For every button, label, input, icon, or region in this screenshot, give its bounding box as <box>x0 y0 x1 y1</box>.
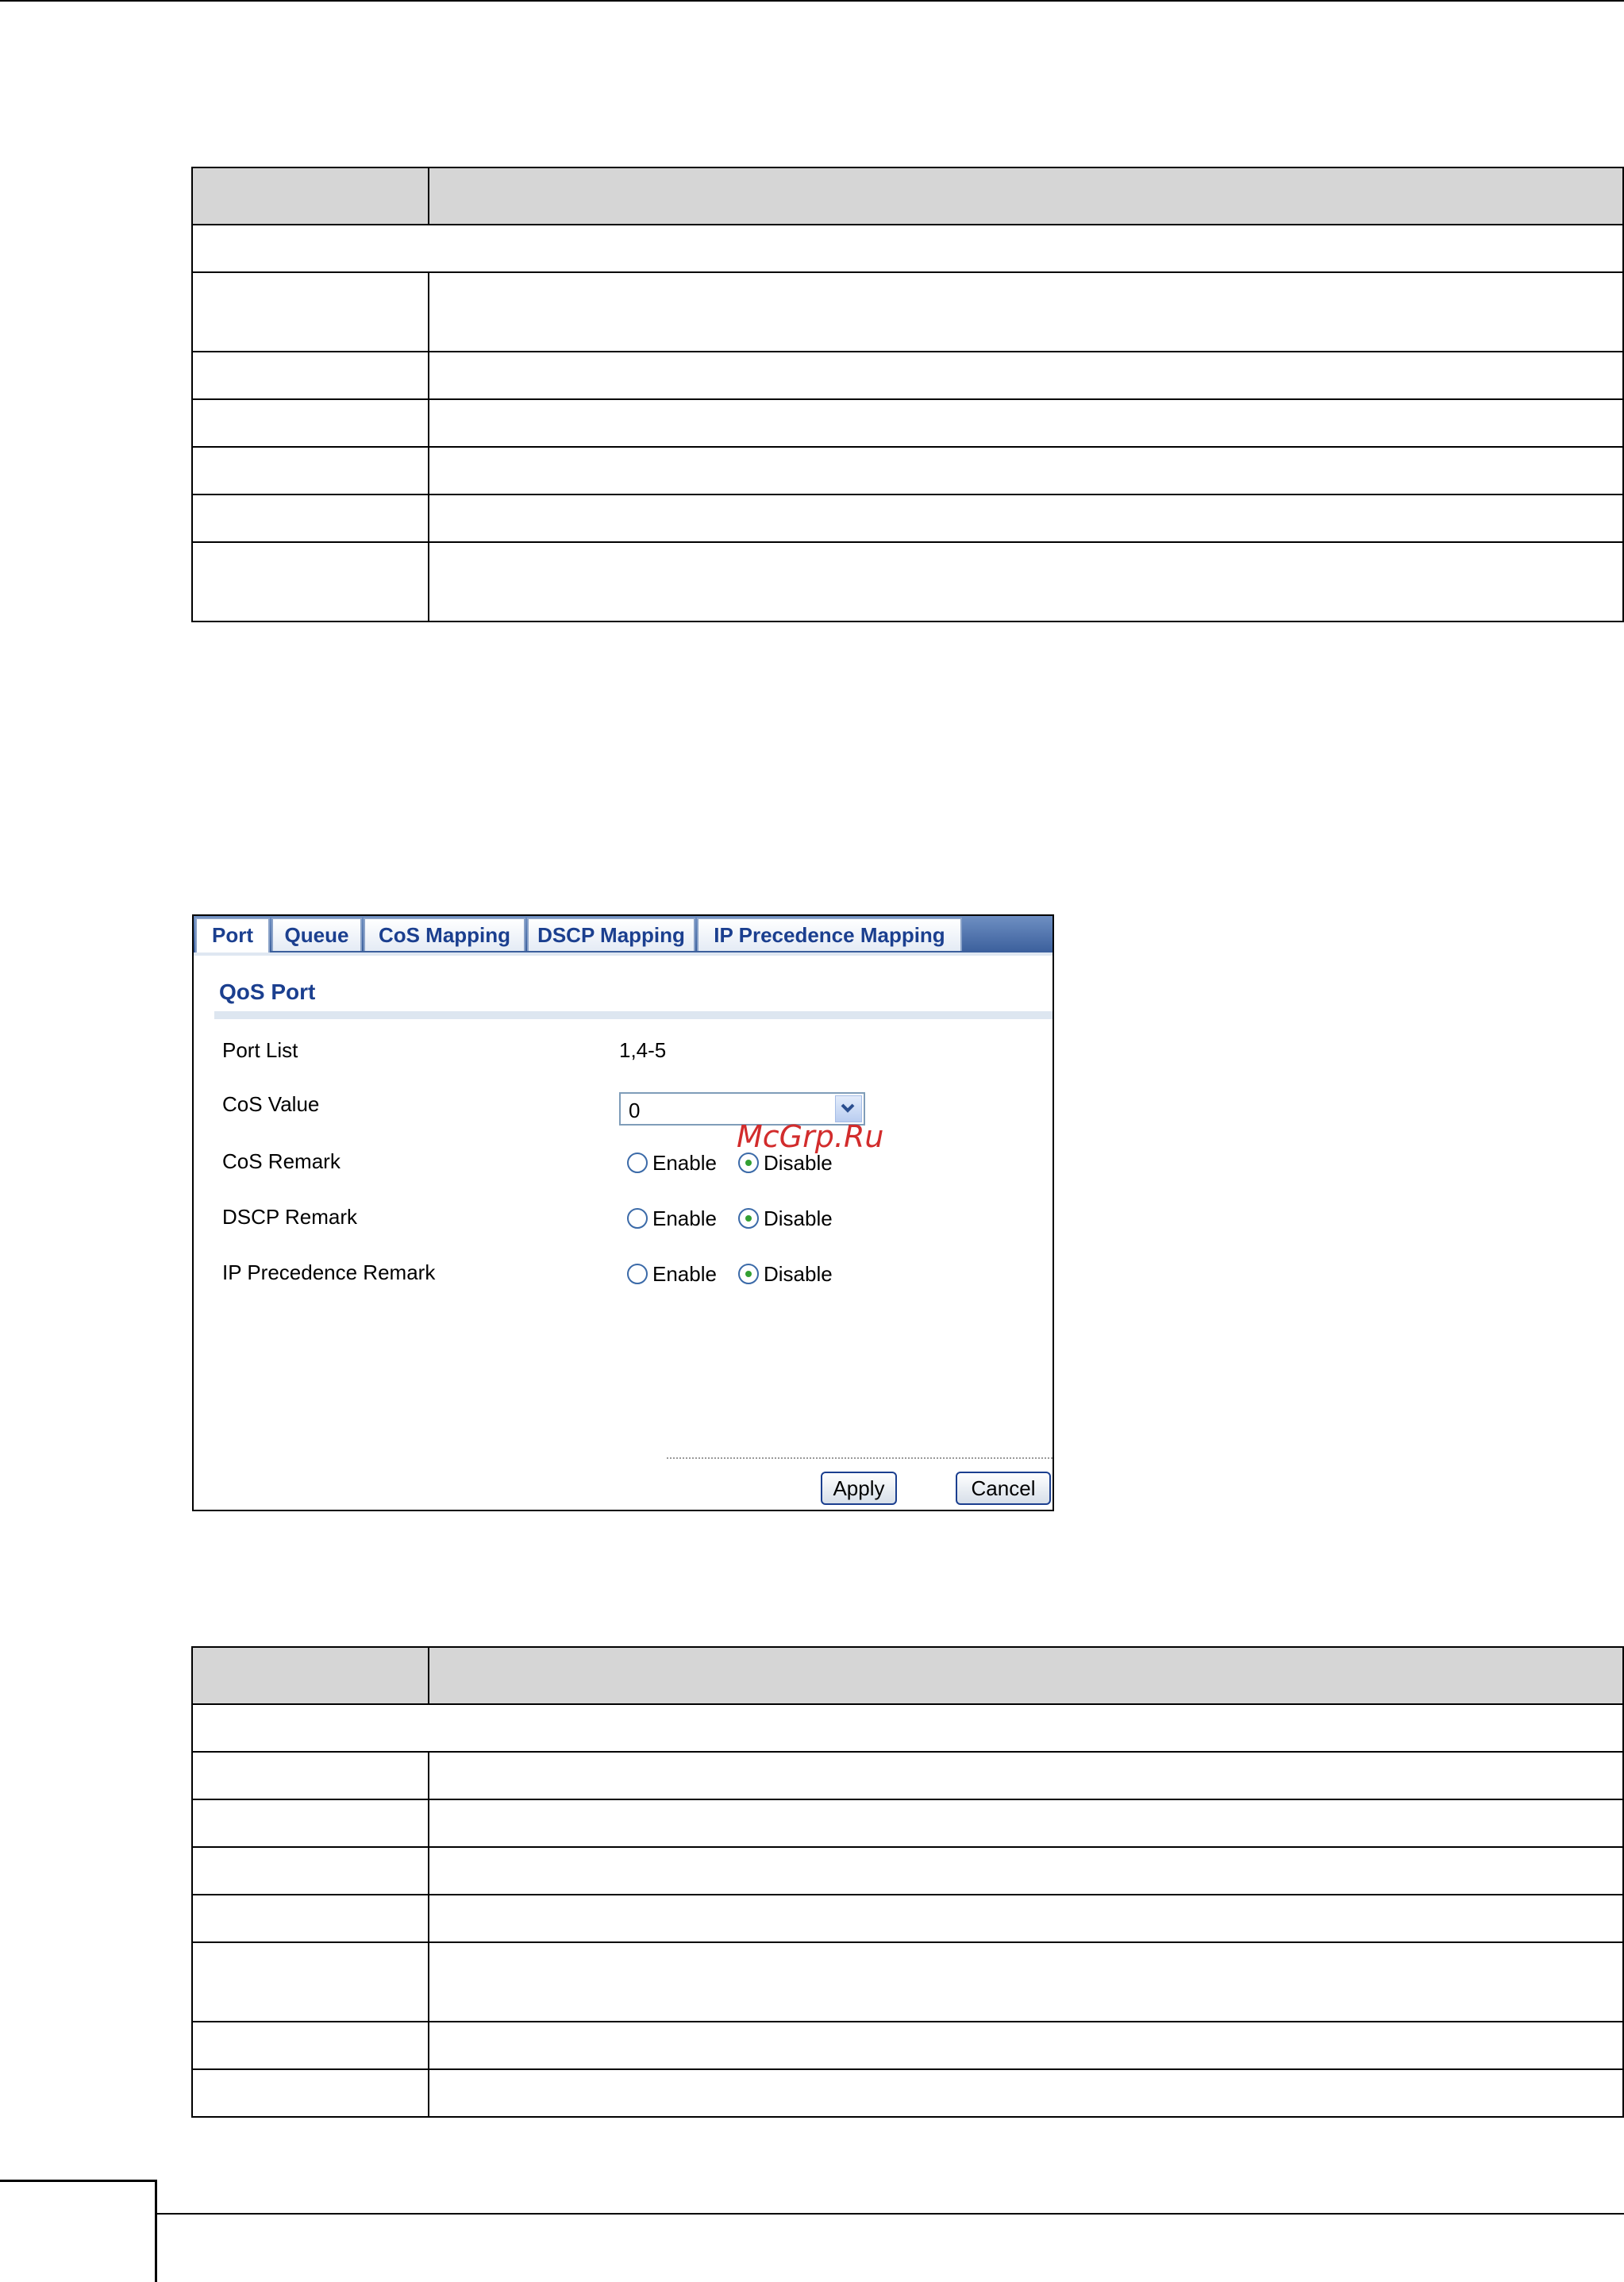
radio-selected-dot <box>745 1271 752 1277</box>
table-row-description <box>428 2021 1624 2070</box>
table-row-label <box>191 271 429 352</box>
radio-selected-dot <box>745 1160 752 1166</box>
table-row-description <box>428 494 1624 543</box>
description-table-2 <box>191 1646 1624 2118</box>
page-number-box <box>0 2180 157 2282</box>
table-row-label <box>191 446 429 495</box>
table-header-description <box>428 167 1624 225</box>
top-rule <box>0 0 1624 2</box>
tab-cos-mapping[interactable]: CoS Mapping <box>364 918 525 951</box>
table-row-description <box>428 1799 1624 1848</box>
tab-port[interactable]: Port <box>195 918 270 956</box>
cos-remark-disable-label: Disable <box>764 1151 833 1175</box>
table-row-label <box>191 1751 429 1800</box>
dscp-remark-enable-label: Enable <box>652 1206 717 1230</box>
table-row-description <box>428 271 1624 352</box>
table-row-description <box>428 446 1624 495</box>
ip-precedence-remark-label: IP Precedence Remark <box>222 1260 436 1284</box>
table-row-label <box>191 494 429 543</box>
ip-precedence-remark-disable-label: Disable <box>764 1262 833 1286</box>
chevron-down-icon[interactable] <box>835 1095 862 1122</box>
table-row-label <box>191 1846 429 1895</box>
table-row-description <box>428 1846 1624 1895</box>
button-divider <box>667 1457 1053 1459</box>
cos-value-label: CoS Value <box>222 1092 320 1116</box>
qos-port-panel: Port Queue CoS Mapping DSCP Mapping IP P… <box>192 914 1054 1511</box>
table-row-description <box>428 1894 1624 1943</box>
dscp-remark-enable-radio[interactable] <box>627 1208 648 1229</box>
tab-dscp-mapping[interactable]: DSCP Mapping <box>527 918 695 951</box>
table-row-description <box>428 398 1624 448</box>
table-row-description <box>428 1751 1624 1800</box>
table-header-label <box>191 167 429 225</box>
table-row-label <box>191 2068 429 2118</box>
table-section-row <box>191 224 1624 273</box>
watermark: McGrp.Ru <box>737 1119 884 1154</box>
dscp-remark-disable-radio[interactable] <box>738 1208 759 1229</box>
tab-queue[interactable]: Queue <box>271 918 362 951</box>
table-section-row <box>191 1703 1624 1753</box>
footer-rule <box>156 2213 1624 2215</box>
apply-button[interactable]: Apply <box>821 1472 897 1505</box>
ip-precedence-remark-enable-radio[interactable] <box>627 1264 648 1284</box>
table-row-label <box>191 1894 429 1943</box>
cos-remark-enable-radio[interactable] <box>627 1153 648 1173</box>
cos-remark-disable-radio[interactable] <box>738 1153 759 1173</box>
ip-precedence-remark-enable-label: Enable <box>652 1262 717 1286</box>
tab-bar-base <box>194 952 1053 956</box>
table-row-label <box>191 1799 429 1848</box>
cos-remark-enable-label: Enable <box>652 1151 717 1175</box>
port-list-label: Port List <box>222 1038 298 1062</box>
dscp-remark-label: DSCP Remark <box>222 1205 358 1229</box>
table-row-description <box>428 1941 1624 2022</box>
radio-selected-dot <box>745 1215 752 1222</box>
dscp-remark-disable-label: Disable <box>764 1206 833 1230</box>
table-header-label <box>191 1646 429 1705</box>
description-table-1 <box>191 167 1624 622</box>
table-row-label <box>191 351 429 400</box>
table-header-description <box>428 1646 1624 1705</box>
table-row-label <box>191 398 429 448</box>
table-row-description <box>428 351 1624 400</box>
tab-bar: Port Queue CoS Mapping DSCP Mapping IP P… <box>194 916 1053 956</box>
table-row-label <box>191 2021 429 2070</box>
table-row-label <box>191 1941 429 2022</box>
table-row-label <box>191 541 429 622</box>
cancel-button[interactable]: Cancel <box>956 1472 1051 1505</box>
cos-remark-label: CoS Remark <box>222 1149 341 1173</box>
cos-value-selected: 0 <box>629 1099 641 1122</box>
ip-precedence-remark-disable-radio[interactable] <box>738 1264 759 1284</box>
table-row-description <box>428 541 1624 622</box>
section-divider <box>214 1011 1053 1019</box>
section-title: QoS Port <box>219 979 316 1004</box>
table-row-description <box>428 2068 1624 2118</box>
port-list-value: 1,4-5 <box>619 1038 667 1062</box>
tab-ip-precedence-mapping[interactable]: IP Precedence Mapping <box>697 918 962 951</box>
